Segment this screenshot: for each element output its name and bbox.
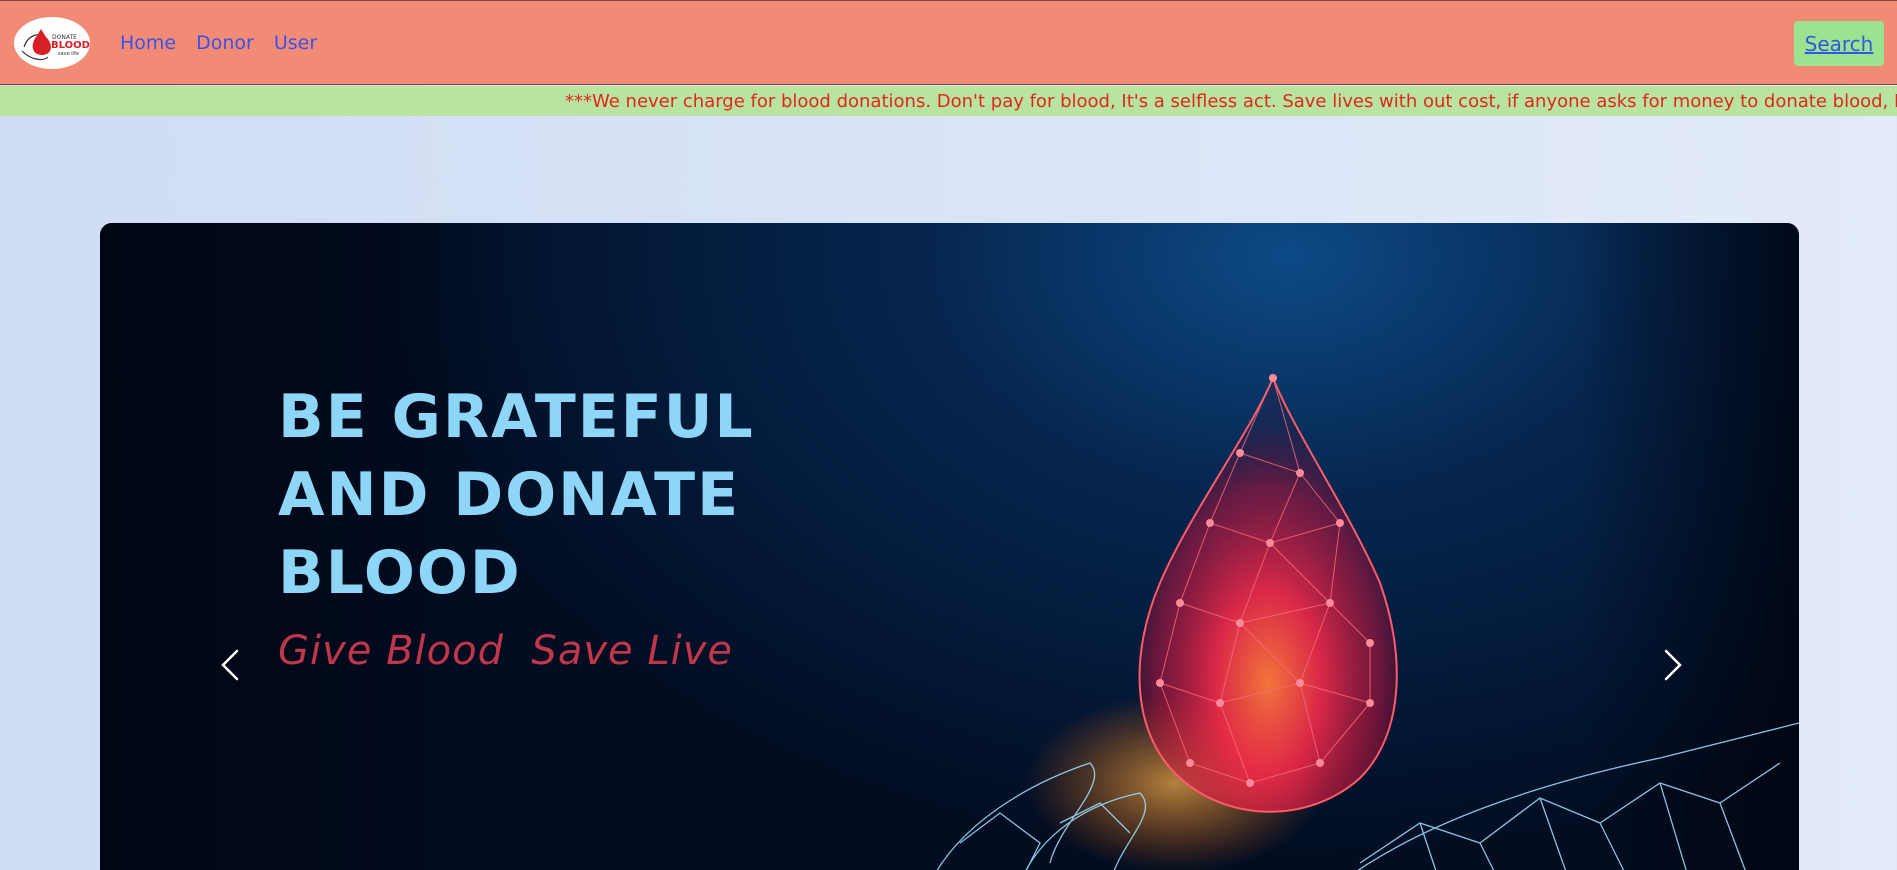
hero-headline: BE GRATEFUL AND DONATE BLOOD: [278, 378, 838, 612]
hero-carousel: BE GRATEFUL AND DONATE BLOOD Give Blood …: [100, 223, 1799, 870]
search-button-label: Search: [1804, 31, 1874, 56]
chevron-right-icon: [1664, 649, 1682, 681]
hero-headline-line-1: BE GRATEFUL: [278, 382, 755, 452]
hero-tagline: Give Blood Save Live: [278, 628, 734, 674]
main-nav: Home Donor User: [120, 32, 317, 54]
svg-text:BLOOD: BLOOD: [51, 40, 90, 51]
carousel-prev-button[interactable]: [211, 645, 251, 685]
blood-drop-logo[interactable]: DONATE BLOOD save life: [14, 17, 90, 69]
svg-text:save life: save life: [58, 51, 79, 57]
nav-link-home[interactable]: Home: [120, 32, 176, 54]
search-button[interactable]: Search: [1794, 21, 1884, 66]
nav-link-user[interactable]: User: [274, 32, 317, 54]
chevron-left-icon: [221, 649, 239, 681]
top-navbar: DONATE BLOOD save life Home Donor User S…: [0, 0, 1897, 85]
nav-link-donor[interactable]: Donor: [196, 32, 254, 54]
notice-marquee: ***We never charge for blood donations. …: [0, 86, 1897, 116]
hero-headline-line-3: BLOOD: [278, 538, 522, 608]
notice-text: ***We never charge for blood donations. …: [565, 91, 1897, 112]
hero-headline-line-2: AND DONATE: [278, 460, 741, 530]
carousel-next-button[interactable]: [1652, 645, 1692, 685]
